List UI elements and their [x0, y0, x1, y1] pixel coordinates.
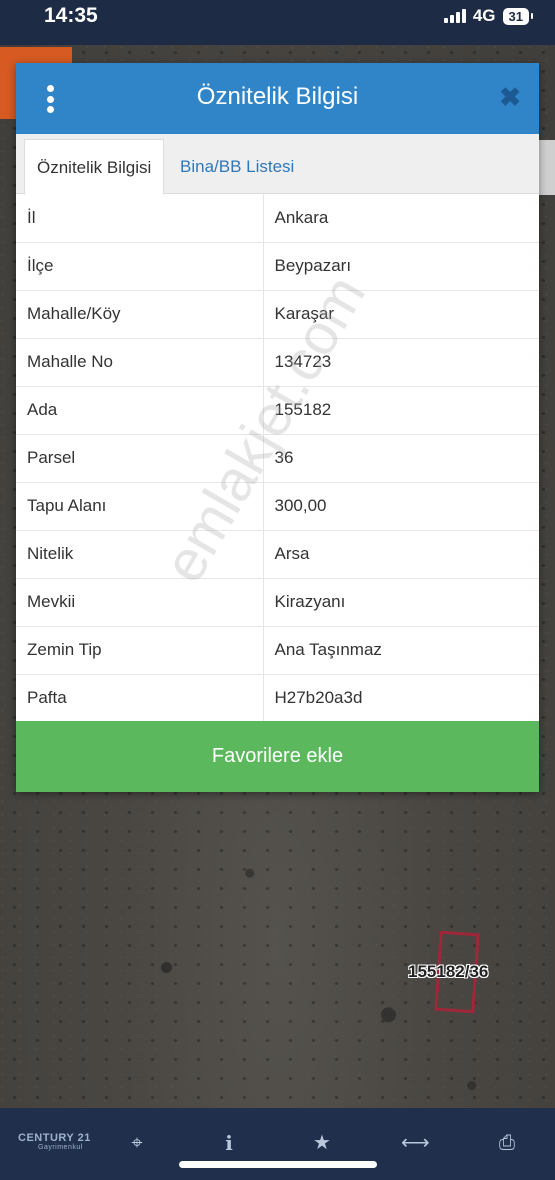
- table-row: Mahalle No 134723: [16, 338, 539, 387]
- dialog-header: Öznitelik Bilgisi ✖: [16, 63, 539, 134]
- attribute-value: 155182: [263, 386, 539, 435]
- bottom-toolbar: CENTURY 21 Gayrimenkul ⌖ i ★ ⟷ ⎙: [0, 1108, 555, 1180]
- status-time: 14:35: [44, 4, 98, 27]
- table-row: Pafta H27b20a3d: [16, 674, 539, 723]
- attribute-value: Kirazyanı: [263, 578, 539, 627]
- brand-name: CENTURY 21: [18, 1132, 91, 1144]
- attribute-value: Karaşar: [263, 290, 539, 339]
- info-icon[interactable]: i: [216, 1130, 242, 1156]
- tab-attribute-info[interactable]: Öznitelik Bilgisi: [24, 139, 165, 195]
- attribute-key: Mahalle/Köy: [16, 290, 264, 339]
- home-indicator[interactable]: [179, 1161, 377, 1168]
- attribute-key: Mevkii: [16, 578, 264, 627]
- attribute-value: Ankara: [263, 194, 539, 243]
- attribute-key: Mahalle No: [16, 338, 264, 387]
- background-panel-edge: [539, 140, 555, 195]
- attribute-value: Arsa: [263, 530, 539, 579]
- table-row: Ada 155182: [16, 386, 539, 435]
- attribute-value: Ana Taşınmaz: [263, 626, 539, 675]
- attribute-key: Tapu Alanı: [16, 482, 264, 531]
- measure-icon[interactable]: ⟷: [401, 1130, 430, 1156]
- add-favorite-button[interactable]: Favorilere ekle: [16, 721, 539, 792]
- attribute-key: Zemin Tip: [16, 626, 264, 675]
- table-row: Mahalle/Köy Karaşar: [16, 290, 539, 339]
- crosshair-icon[interactable]: ⌖: [124, 1130, 150, 1156]
- attribute-key: Ada: [16, 386, 264, 435]
- tab-bar: Öznitelik Bilgisi Bina/BB Listesi: [16, 134, 539, 195]
- attribute-value: 134723: [263, 338, 539, 387]
- attribute-key: Nitelik: [16, 530, 264, 579]
- print-icon[interactable]: ⎙: [494, 1130, 520, 1156]
- attribute-key: Parsel: [16, 434, 264, 483]
- attribute-value: H27b20a3d: [263, 674, 539, 723]
- table-row: İl Ankara: [16, 194, 539, 243]
- close-icon[interactable]: ✖: [499, 84, 521, 110]
- table-row: Zemin Tip Ana Taşınmaz: [16, 626, 539, 675]
- table-row: İlçe Beypazarı: [16, 242, 539, 291]
- attribute-value: 36: [263, 434, 539, 483]
- attribute-value: 300,00: [263, 482, 539, 531]
- tab-building-list[interactable]: Bina/BB Listesi: [168, 139, 306, 195]
- dialog-title: Öznitelik Bilgisi: [196, 83, 359, 110]
- table-row: Parsel 36: [16, 434, 539, 483]
- status-bar: 14:35 4G 31: [0, 0, 555, 45]
- table-row: Tapu Alanı 300,00: [16, 482, 539, 531]
- attribute-value: Beypazarı: [263, 242, 539, 291]
- attribute-key: İl: [16, 194, 264, 243]
- battery-icon: 31: [502, 7, 534, 25]
- brand-subtitle: Gayrimenkul: [38, 1144, 83, 1151]
- brand-logo: CENTURY 21 Gayrimenkul: [18, 1132, 91, 1151]
- table-row: Mevkii Kirazyanı: [16, 578, 539, 627]
- star-icon[interactable]: ★: [309, 1130, 335, 1156]
- attribute-dialog: Öznitelik Bilgisi ✖ Öznitelik Bilgisi Bi…: [16, 63, 539, 792]
- attribute-key: İlçe: [16, 242, 264, 291]
- attribute-key: Pafta: [16, 674, 264, 723]
- network-type: 4G: [472, 6, 496, 25]
- table-row: Nitelik Arsa: [16, 530, 539, 579]
- attribute-table: İl Ankara İlçe Beypazarı Mahalle/Köy Karaşar M…: [16, 194, 539, 723]
- parcel-label: 155182/36: [408, 962, 489, 981]
- status-indicators: 4G 31: [443, 6, 534, 26]
- signal-icon: [443, 9, 466, 23]
